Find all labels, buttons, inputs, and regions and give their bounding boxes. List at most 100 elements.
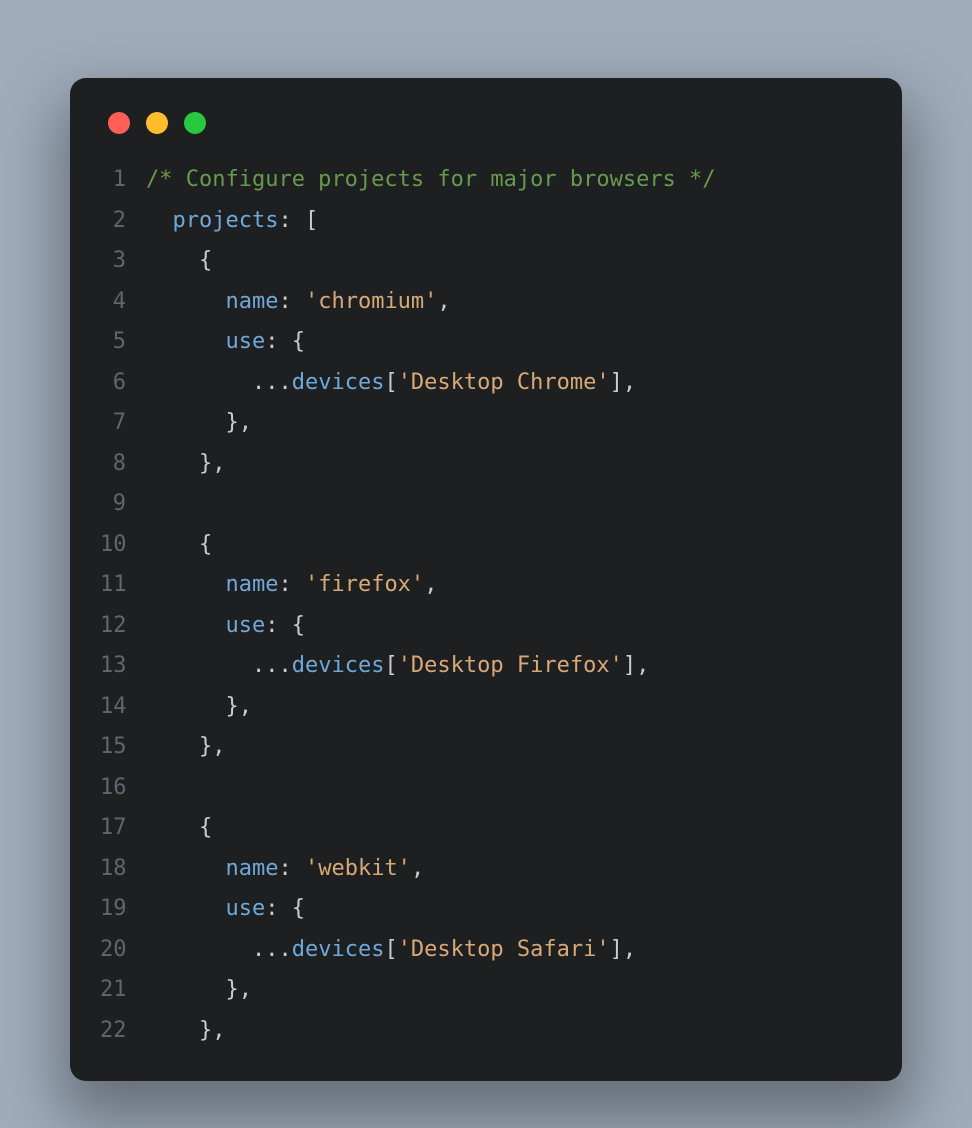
token-punc: : (278, 289, 305, 314)
code-block: 1/* Configure projects for major browser… (100, 160, 872, 1051)
line-content: name: 'firefox', (146, 565, 437, 606)
line-content: { (146, 808, 212, 849)
line-number: 22 (100, 1011, 146, 1052)
maximize-icon[interactable] (184, 112, 206, 134)
token-key: name (225, 856, 278, 881)
token-punc: ... (252, 937, 292, 962)
line-content (146, 484, 159, 525)
token-punc: : (278, 572, 305, 597)
code-line: 3 { (100, 241, 872, 282)
line-number: 5 (100, 322, 146, 363)
token-punc: : (278, 856, 305, 881)
token-punc: ], (610, 937, 637, 962)
code-line: 10 { (100, 525, 872, 566)
code-line: 15 }, (100, 727, 872, 768)
token-punc: }, (199, 451, 226, 476)
line-content: }, (146, 970, 252, 1011)
code-line: 14 }, (100, 687, 872, 728)
token-key: projects (173, 208, 279, 233)
editor-window: 1/* Configure projects for major browser… (70, 78, 902, 1081)
code-line: 8 }, (100, 444, 872, 485)
line-content (146, 768, 159, 809)
token-punc: }, (199, 1018, 226, 1043)
line-content: use: { (146, 322, 305, 363)
token-punc: ], (623, 653, 650, 678)
token-punc: : { (265, 896, 305, 921)
token-punc: , (437, 289, 450, 314)
code-line: 19 use: { (100, 889, 872, 930)
token-str: 'Desktop Firefox' (398, 653, 623, 678)
code-line: 22 }, (100, 1011, 872, 1052)
code-line: 2 projects: [ (100, 201, 872, 242)
line-number: 18 (100, 849, 146, 890)
line-content: /* Configure projects for major browsers… (146, 160, 716, 201)
line-content: { (146, 241, 212, 282)
token-str: 'webkit' (305, 856, 411, 881)
token-punc: }, (225, 410, 252, 435)
code-line: 9 (100, 484, 872, 525)
line-number: 3 (100, 241, 146, 282)
line-number: 16 (100, 768, 146, 809)
token-punc: , (424, 572, 437, 597)
line-content: }, (146, 1011, 225, 1052)
token-punc: : [ (278, 208, 318, 233)
token-punc: ... (252, 370, 292, 395)
line-number: 13 (100, 646, 146, 687)
close-icon[interactable] (108, 112, 130, 134)
token-comment: /* Configure projects for major browsers… (146, 167, 716, 192)
token-str: 'chromium' (305, 289, 437, 314)
line-content: name: 'chromium', (146, 282, 451, 323)
token-punc: { (199, 248, 212, 273)
line-number: 6 (100, 363, 146, 404)
token-key: use (225, 896, 265, 921)
token-punc: , (411, 856, 424, 881)
code-line: 11 name: 'firefox', (100, 565, 872, 606)
line-content: projects: [ (146, 201, 318, 242)
line-content: ...devices['Desktop Firefox'], (146, 646, 649, 687)
line-content: { (146, 525, 212, 566)
line-number: 20 (100, 930, 146, 971)
line-number: 9 (100, 484, 146, 525)
line-content: use: { (146, 606, 305, 647)
line-number: 21 (100, 970, 146, 1011)
code-line: 16 (100, 768, 872, 809)
code-line: 12 use: { (100, 606, 872, 647)
minimize-icon[interactable] (146, 112, 168, 134)
line-number: 17 (100, 808, 146, 849)
token-punc: }, (199, 734, 226, 759)
line-content: ...devices['Desktop Safari'], (146, 930, 636, 971)
token-key: name (225, 572, 278, 597)
code-line: 17 { (100, 808, 872, 849)
line-number: 8 (100, 444, 146, 485)
token-key: name (225, 289, 278, 314)
token-punc: ], (610, 370, 637, 395)
token-punc: [ (384, 370, 397, 395)
token-punc: { (199, 532, 212, 557)
line-number: 7 (100, 403, 146, 444)
token-punc: }, (225, 977, 252, 1002)
line-number: 2 (100, 201, 146, 242)
line-number: 12 (100, 606, 146, 647)
line-number: 1 (100, 160, 146, 201)
token-punc: : { (265, 329, 305, 354)
line-content: ...devices['Desktop Chrome'], (146, 363, 636, 404)
token-str: 'firefox' (305, 572, 424, 597)
titlebar (100, 106, 872, 160)
line-content: }, (146, 687, 252, 728)
line-content: }, (146, 444, 225, 485)
token-punc: [ (384, 653, 397, 678)
code-line: 18 name: 'webkit', (100, 849, 872, 890)
line-number: 11 (100, 565, 146, 606)
token-punc: { (199, 815, 212, 840)
line-content: name: 'webkit', (146, 849, 424, 890)
line-content: }, (146, 727, 225, 768)
line-content: }, (146, 403, 252, 444)
token-punc: }, (225, 694, 252, 719)
line-number: 14 (100, 687, 146, 728)
line-content: use: { (146, 889, 305, 930)
code-line: 13 ...devices['Desktop Firefox'], (100, 646, 872, 687)
token-key: use (225, 329, 265, 354)
line-number: 4 (100, 282, 146, 323)
code-line: 5 use: { (100, 322, 872, 363)
token-punc: : { (265, 613, 305, 638)
